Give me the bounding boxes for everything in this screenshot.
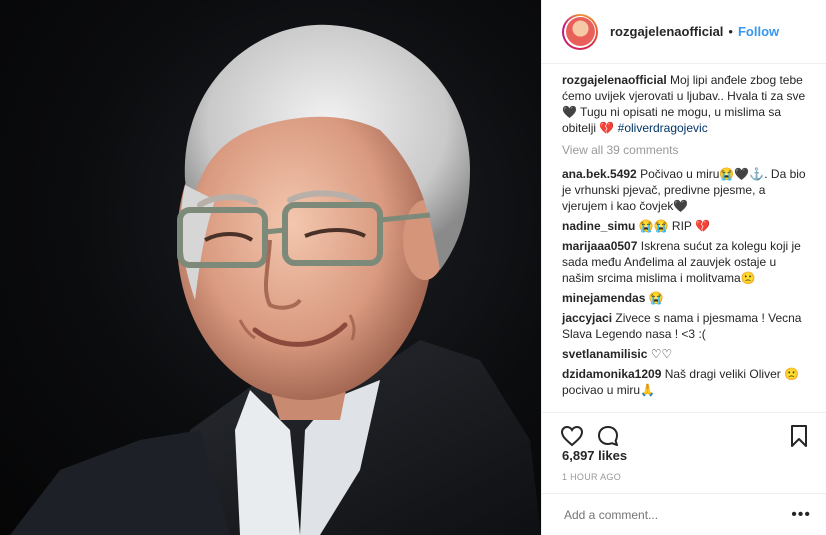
heart-icon [560, 425, 584, 446]
likes-count[interactable]: 6,897 likes [562, 448, 627, 463]
comment-username[interactable]: nadine_simu [562, 219, 635, 233]
add-comment-input[interactable] [562, 506, 792, 523]
comment-username[interactable]: ana.bek.5492 [562, 167, 637, 181]
list-item: nadine_simu 😭😭 RIP 💔 [562, 218, 809, 234]
caption-hashtag[interactable]: #oliverdragojevic [618, 121, 708, 135]
header-username[interactable]: rozgajelenaofficial [610, 24, 723, 39]
post-caption: rozgajelenaofficial Moj lipi anđele zbog… [562, 72, 809, 136]
comment-username[interactable]: minejamendas [562, 291, 645, 305]
comment-text: 😭😭 RIP 💔 [638, 219, 710, 233]
comment-username[interactable]: svetlanamilisic [562, 347, 647, 361]
like-button[interactable] [558, 422, 586, 450]
list-item: dzidamonika1209 Naš dragi veliki Oliver … [562, 366, 809, 398]
comment-text: 😭 [648, 291, 664, 305]
comment-username[interactable]: marijaaa0507 [562, 239, 637, 253]
caption-username[interactable]: rozgajelenaofficial [562, 73, 667, 87]
comment-button[interactable] [594, 422, 622, 450]
post-header: rozgajelenaofficial • Follow [542, 0, 826, 64]
list-item: jaccyjaci Zivece s nama i pjesmama ! Vec… [562, 310, 809, 342]
comment-icon [598, 425, 618, 446]
list-item: minejamendas 😭 [562, 290, 809, 306]
list-item: marijaaa0507 Iskrena sućut za kolegu koj… [562, 238, 809, 286]
list-item: ana.bek.5492 Počivao u miru😭🖤⚓. Da bio j… [562, 166, 809, 214]
avatar-image [565, 17, 595, 46]
portrait-image [10, 24, 541, 535]
action-bar [542, 412, 826, 452]
comment-text: ♡♡ [650, 347, 673, 361]
comment-username[interactable]: dzidamonika1209 [562, 367, 661, 381]
more-icon[interactable]: ••• [791, 506, 811, 524]
post-photo[interactable] [0, 0, 541, 535]
save-button[interactable] [785, 422, 813, 450]
header-separator: • [728, 24, 733, 39]
comment-username[interactable]: jaccyjaci [562, 311, 612, 325]
view-all-comments-link[interactable]: View all 39 comments [562, 142, 809, 158]
post-timestamp: 1 HOUR AGO [562, 472, 622, 482]
follow-button[interactable]: Follow [738, 24, 779, 39]
list-item: svetlanamilisic ♡♡ [562, 346, 809, 362]
post-side-panel: rozgajelenaofficial • Follow rozgajelena… [541, 0, 826, 535]
add-comment-bar: ••• [542, 493, 826, 535]
comments-list[interactable]: rozgajelenaofficial Moj lipi anđele zbog… [542, 72, 826, 412]
avatar[interactable] [562, 13, 598, 50]
bookmark-icon [791, 424, 807, 447]
